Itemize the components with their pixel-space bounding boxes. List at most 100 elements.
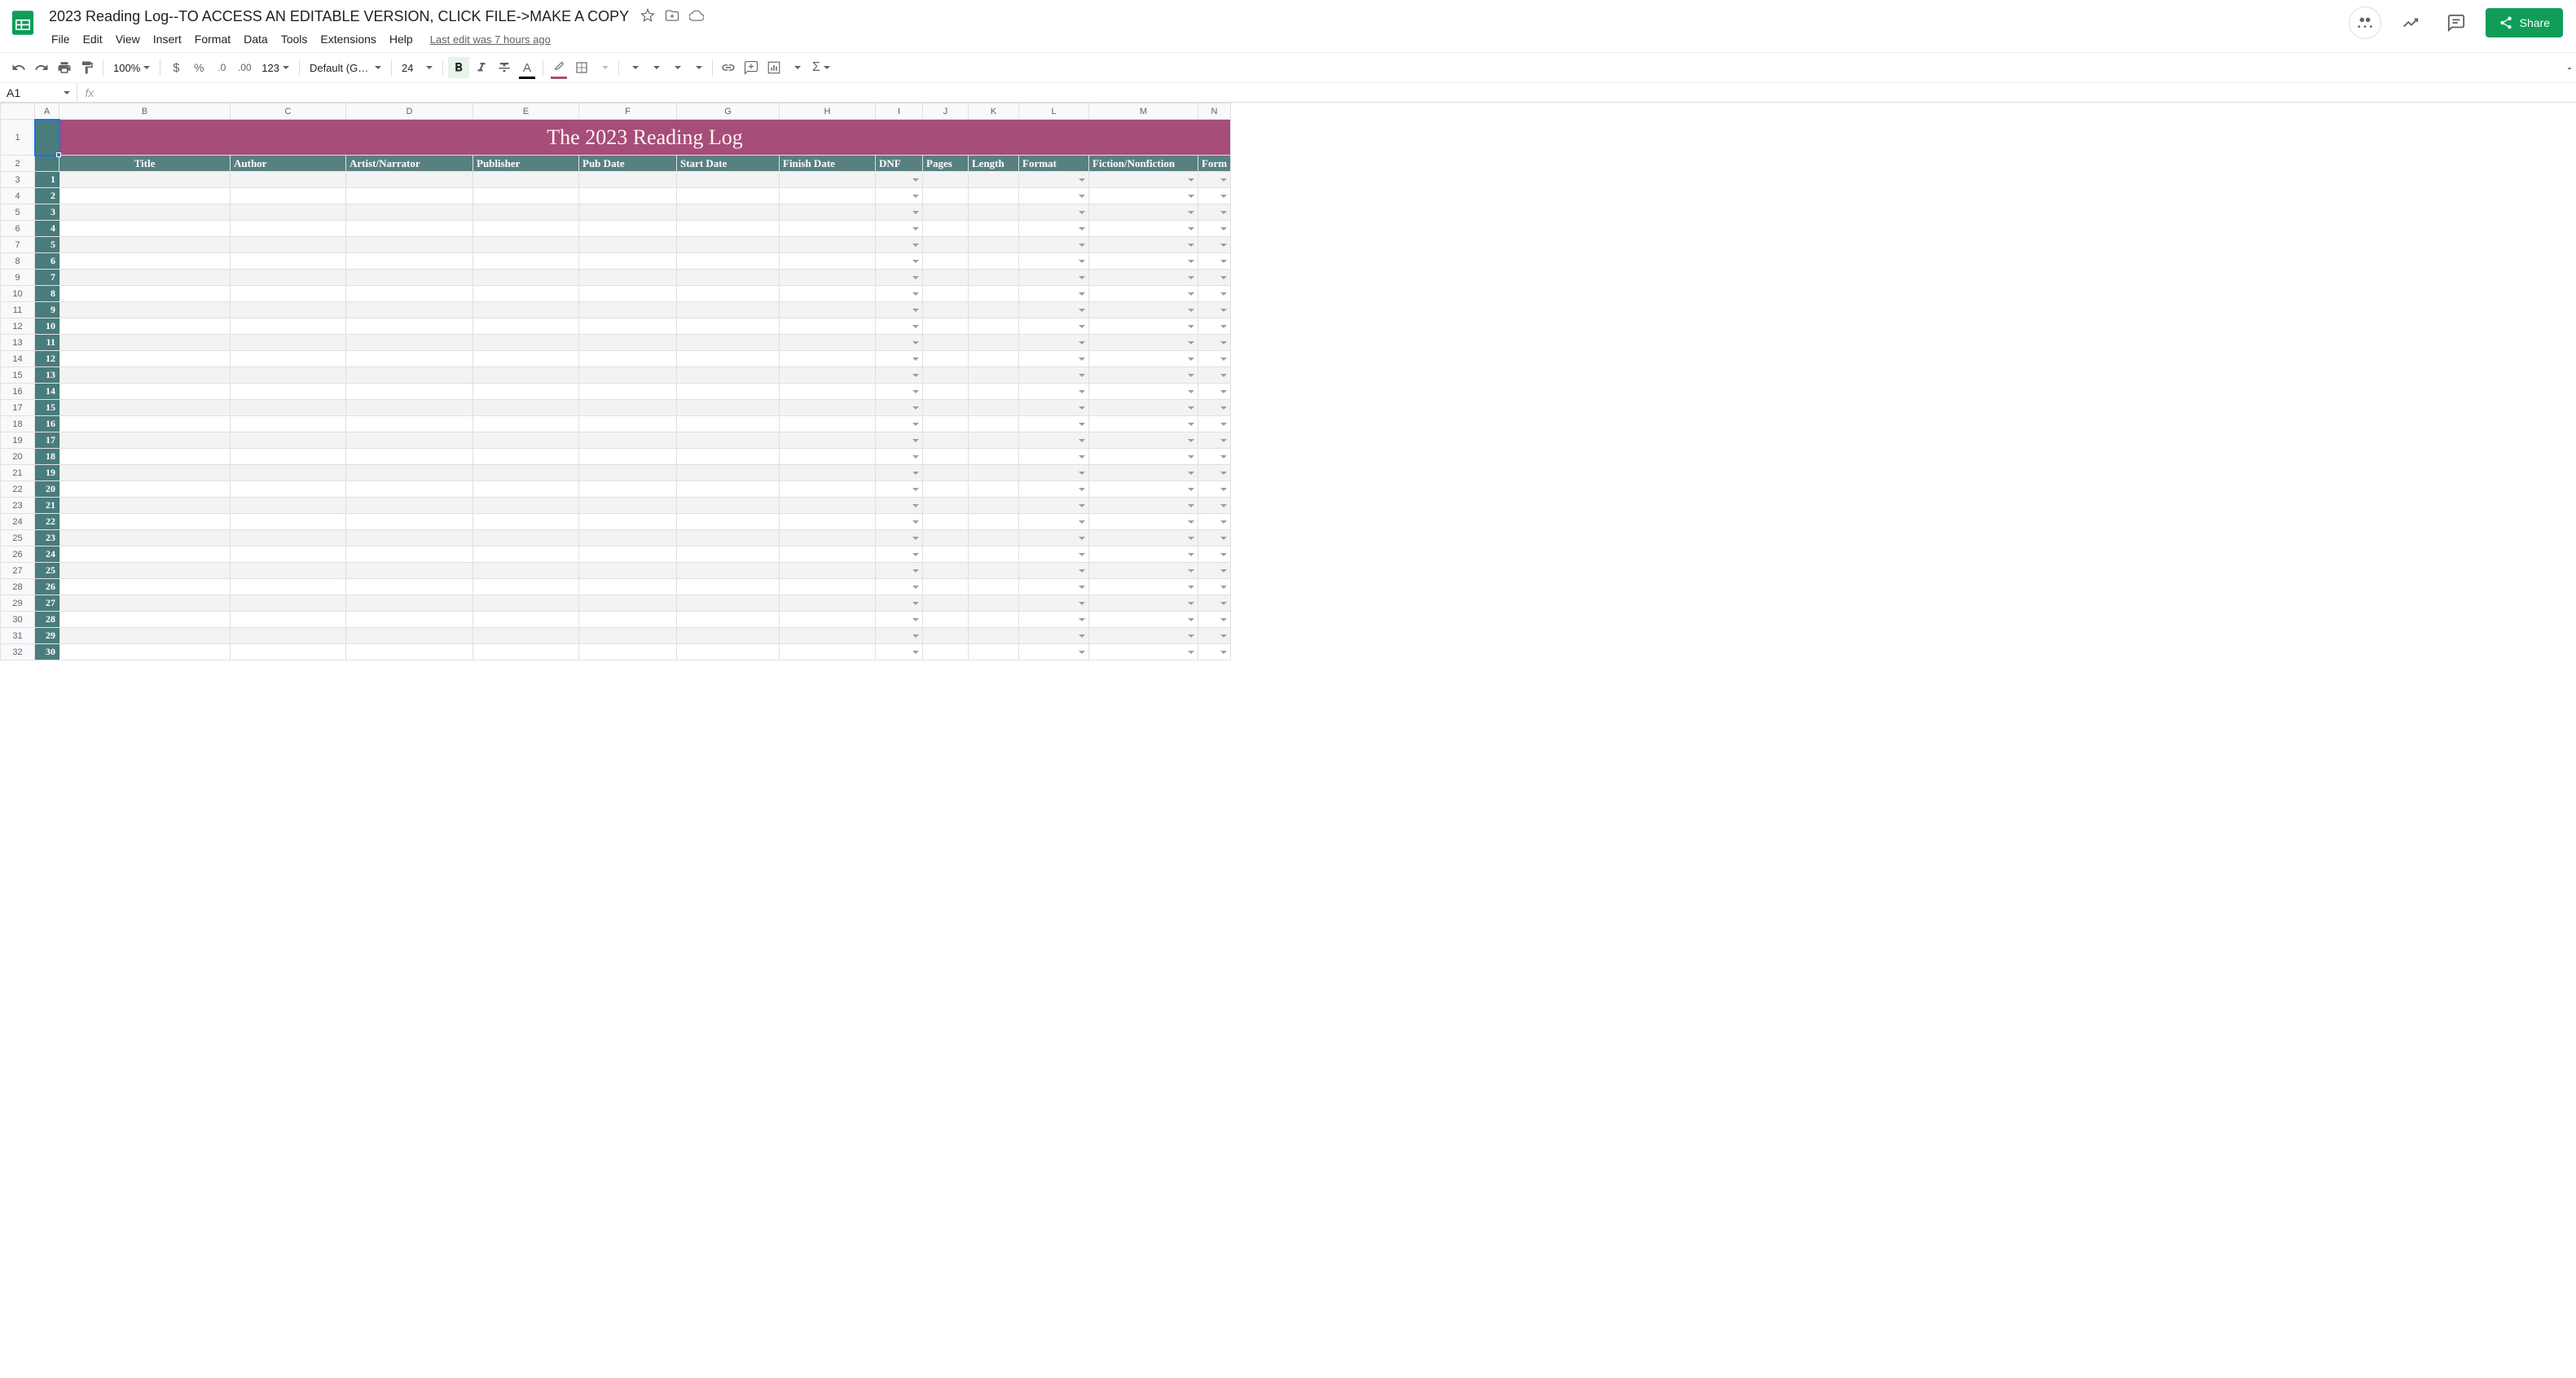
cell-L27[interactable] (1019, 563, 1089, 579)
cell-A25[interactable]: 23 (35, 530, 59, 546)
cell-K3[interactable] (969, 172, 1019, 188)
cell-G9[interactable] (677, 270, 780, 286)
cell-J14[interactable] (923, 351, 969, 367)
dropdown-arrow-icon[interactable] (912, 569, 919, 573)
dropdown-arrow-icon[interactable] (912, 423, 919, 426)
row-header-19[interactable]: 19 (1, 432, 35, 449)
row-header-23[interactable]: 23 (1, 498, 35, 514)
merge-cells-button[interactable] (594, 64, 613, 71)
cell-H22[interactable] (780, 481, 876, 498)
cell-G13[interactable] (677, 335, 780, 351)
cell-C16[interactable] (231, 384, 346, 400)
cell-N32[interactable] (1198, 644, 1231, 660)
header-cell-C[interactable]: Author (231, 156, 346, 172)
cell-B9[interactable] (59, 270, 231, 286)
cell-C28[interactable] (231, 579, 346, 595)
insert-link-button[interactable] (718, 57, 739, 78)
cell-B32[interactable] (59, 644, 231, 660)
cell-I21[interactable] (876, 465, 923, 481)
cell-F9[interactable] (579, 270, 677, 286)
cell-L30[interactable] (1019, 612, 1089, 628)
row-header-12[interactable]: 12 (1, 318, 35, 335)
cell-J18[interactable] (923, 416, 969, 432)
dropdown-arrow-icon[interactable] (912, 520, 919, 524)
cell-L18[interactable] (1019, 416, 1089, 432)
cell-L24[interactable] (1019, 514, 1089, 530)
cell-G22[interactable] (677, 481, 780, 498)
row-header-1[interactable]: 1 (1, 120, 35, 156)
cell-M6[interactable] (1089, 221, 1198, 237)
row-header-3[interactable]: 3 (1, 172, 35, 188)
cell-L23[interactable] (1019, 498, 1089, 514)
doc-title[interactable]: 2023 Reading Log--TO ACCESS AN EDITABLE … (46, 7, 632, 26)
cell-L29[interactable] (1019, 595, 1089, 612)
cell-E31[interactable] (473, 628, 579, 644)
cell-C24[interactable] (231, 514, 346, 530)
cell-A30[interactable]: 28 (35, 612, 59, 628)
dropdown-arrow-icon[interactable] (1188, 195, 1194, 198)
menu-edit[interactable]: Edit (77, 29, 108, 49)
cell-H4[interactable] (780, 188, 876, 204)
cell-F16[interactable] (579, 384, 677, 400)
cell-F24[interactable] (579, 514, 677, 530)
cell-G10[interactable] (677, 286, 780, 302)
dropdown-arrow-icon[interactable] (1220, 309, 1227, 312)
cell-B17[interactable] (59, 400, 231, 416)
cell-H30[interactable] (780, 612, 876, 628)
cell-G27[interactable] (677, 563, 780, 579)
cell-J12[interactable] (923, 318, 969, 335)
cell-K14[interactable] (969, 351, 1019, 367)
cell-N9[interactable] (1198, 270, 1231, 286)
cell-H19[interactable] (780, 432, 876, 449)
cell-B6[interactable] (59, 221, 231, 237)
cell-A24[interactable]: 22 (35, 514, 59, 530)
dropdown-arrow-icon[interactable] (1079, 455, 1085, 459)
dropdown-arrow-icon[interactable] (912, 455, 919, 459)
dropdown-arrow-icon[interactable] (912, 341, 919, 344)
cell-H12[interactable] (780, 318, 876, 335)
cell-B13[interactable] (59, 335, 231, 351)
increase-decimal-button[interactable]: .00 (234, 57, 255, 78)
cell-A28[interactable]: 26 (35, 579, 59, 595)
cell-K22[interactable] (969, 481, 1019, 498)
cell-F27[interactable] (579, 563, 677, 579)
dropdown-arrow-icon[interactable] (1188, 553, 1194, 556)
cell-F23[interactable] (579, 498, 677, 514)
fill-color-button[interactable] (548, 57, 569, 78)
cell-D7[interactable] (346, 237, 473, 253)
cell-A16[interactable]: 14 (35, 384, 59, 400)
cell-I27[interactable] (876, 563, 923, 579)
header-cell-M[interactable]: Fiction/Nonfiction (1089, 156, 1198, 172)
cell-D6[interactable] (346, 221, 473, 237)
cell-A27[interactable]: 25 (35, 563, 59, 579)
dropdown-arrow-icon[interactable] (1220, 227, 1227, 230)
cell-K23[interactable] (969, 498, 1019, 514)
cell-L19[interactable] (1019, 432, 1089, 449)
cell-M14[interactable] (1089, 351, 1198, 367)
cell-N27[interactable] (1198, 563, 1231, 579)
dropdown-arrow-icon[interactable] (912, 618, 919, 621)
cell-H20[interactable] (780, 449, 876, 465)
cell-L20[interactable] (1019, 449, 1089, 465)
dropdown-arrow-icon[interactable] (1188, 390, 1194, 393)
banner-title[interactable]: The 2023 Reading Log (59, 120, 1231, 156)
cell-N3[interactable] (1198, 172, 1231, 188)
cell-H16[interactable] (780, 384, 876, 400)
cell-L32[interactable] (1019, 644, 1089, 660)
cell-N31[interactable] (1198, 628, 1231, 644)
dropdown-arrow-icon[interactable] (1220, 423, 1227, 426)
cell-I24[interactable] (876, 514, 923, 530)
col-header-A[interactable]: A (35, 103, 59, 120)
cell-I8[interactable] (876, 253, 923, 270)
cell-F14[interactable] (579, 351, 677, 367)
dropdown-arrow-icon[interactable] (1079, 358, 1085, 361)
cell-H10[interactable] (780, 286, 876, 302)
share-button[interactable]: Share (2486, 8, 2563, 37)
dropdown-arrow-icon[interactable] (1188, 634, 1194, 638)
cell-N5[interactable] (1198, 204, 1231, 221)
name-box[interactable]: A1 (0, 83, 77, 102)
cell-C4[interactable] (231, 188, 346, 204)
cell-E5[interactable] (473, 204, 579, 221)
dropdown-arrow-icon[interactable] (912, 602, 919, 605)
dropdown-arrow-icon[interactable] (1220, 569, 1227, 573)
